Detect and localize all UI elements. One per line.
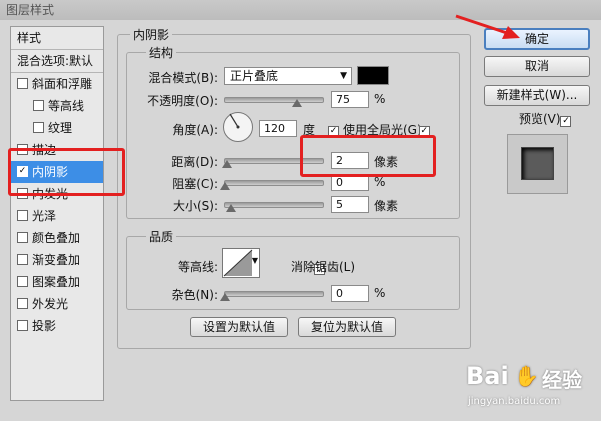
style-checkbox[interactable]	[33, 100, 44, 111]
angle-dial[interactable]	[222, 111, 254, 143]
antialias-label: 消除锯齿(L)	[291, 260, 356, 274]
style-checkbox[interactable]	[17, 232, 28, 243]
contour-dropdown-icon[interactable]: ▼	[252, 256, 258, 265]
chevron-down-icon: ▼	[340, 71, 347, 81]
style-checkbox[interactable]	[33, 122, 44, 133]
opacity-input[interactable]: 75	[331, 91, 369, 108]
noise-slider[interactable]	[224, 291, 324, 297]
noise-label: 杂色(N):	[171, 288, 218, 302]
contour-linear-icon	[223, 249, 253, 277]
choke-slider[interactable]	[224, 180, 324, 186]
style-list-item-label: 颜色叠加	[32, 231, 81, 245]
style-checkbox[interactable]	[17, 320, 28, 331]
style-checkbox[interactable]	[17, 254, 28, 265]
noise-input[interactable]: 0	[331, 285, 369, 302]
style-list-item-label: 光泽	[32, 209, 57, 223]
quality-title: 品质	[146, 228, 177, 245]
style-list-item[interactable]: 光泽	[11, 205, 103, 227]
inner-shadow-highlight-box	[8, 148, 125, 196]
style-list: 样式 混合选项:默认 斜面和浮雕 等高线 纹理 描边 ✓ 内阴影 内发光 光泽 颜色叠加 渐变叠加图…	[10, 26, 104, 401]
watermark-baidu-text: Bai	[466, 362, 509, 390]
preview-thumbnail	[507, 134, 568, 194]
style-list-item[interactable]: 等高线	[11, 95, 103, 117]
style-list-item[interactable]: 渐变叠加	[11, 249, 103, 271]
choke-unit: %	[374, 175, 386, 189]
watermark-url: jingyan.baidu.com	[468, 396, 561, 407]
make-default-button[interactable]: 设置为默认值	[190, 317, 288, 337]
contour-label: 等高线:	[177, 260, 218, 274]
preview-checkbox[interactable]: ✓	[560, 116, 572, 127]
blend-color-swatch[interactable]	[357, 66, 389, 85]
style-list-header: 样式	[11, 27, 103, 50]
style-list-item-label: 外发光	[32, 297, 69, 311]
preview-label: 预览(V)	[519, 112, 561, 126]
style-list-item-label: 混合选项:默认	[17, 54, 94, 68]
choke-label: 阻塞(C):	[172, 177, 218, 191]
size-input[interactable]: 5	[331, 196, 369, 213]
distance-highlight-box	[300, 135, 436, 177]
opacity-unit: %	[374, 92, 386, 106]
choke-slider-handle[interactable]	[220, 182, 230, 190]
style-checkbox[interactable]	[17, 78, 28, 89]
style-list-item[interactable]: 颜色叠加	[11, 227, 103, 249]
style-list-item-label: 斜面和浮雕	[32, 77, 93, 91]
style-list-item-label: 纹理	[48, 121, 73, 135]
style-checkbox[interactable]	[17, 298, 28, 309]
angle-dial-icon	[223, 112, 253, 142]
size-label: 大小(S):	[172, 199, 218, 213]
contour-picker[interactable]: ▼	[222, 248, 260, 278]
inner-shadow-title: 内阴影	[130, 26, 173, 43]
style-checkbox[interactable]	[17, 276, 28, 287]
style-list-item[interactable]: 纹理	[11, 117, 103, 139]
style-list-item[interactable]: 投影	[11, 315, 103, 337]
cancel-button[interactable]: 取消	[484, 56, 590, 77]
style-list-item[interactable]: 混合选项:默认	[11, 50, 103, 73]
reset-default-button[interactable]: 复位为默认值	[298, 317, 396, 337]
baidu-watermark: Bai ✋ 经验 jingyan.baidu.com	[462, 360, 597, 415]
style-list-item-label: 图案叠加	[32, 275, 81, 289]
opacity-slider-handle[interactable]	[292, 99, 302, 107]
blend-mode-select[interactable]: 正片叠底 ▼	[224, 67, 352, 85]
blend-mode-value: 正片叠底	[230, 69, 279, 83]
window-title: 图层样式	[6, 3, 55, 17]
noise-unit: %	[374, 286, 386, 300]
arrow-to-ok-icon	[455, 14, 520, 39]
blend-mode-label: 混合模式(B):	[148, 71, 218, 85]
paw-icon: ✋	[514, 364, 539, 388]
angle-label: 角度(A):	[172, 123, 218, 137]
style-list-item[interactable]: 斜面和浮雕	[11, 73, 103, 95]
style-list-item[interactable]: 外发光	[11, 293, 103, 315]
noise-slider-handle[interactable]	[220, 293, 230, 301]
style-list-item-label: 等高线	[48, 99, 85, 113]
opacity-slider[interactable]	[224, 97, 324, 103]
opacity-label: 不透明度(O):	[147, 94, 218, 108]
angle-input[interactable]: 120	[259, 120, 297, 137]
new-style-button[interactable]: 新建样式(W)...	[484, 85, 590, 106]
size-slider[interactable]	[224, 202, 324, 208]
style-list-item[interactable]: 图案叠加	[11, 271, 103, 293]
style-checkbox[interactable]	[17, 210, 28, 221]
style-list-item-label: 投影	[32, 319, 57, 333]
distance-label: 距离(D):	[171, 155, 218, 169]
watermark-jingyan-text: 经验	[542, 368, 582, 392]
distance-slider-handle[interactable]	[222, 160, 232, 168]
size-slider-handle[interactable]	[226, 204, 236, 212]
structure-title: 结构	[146, 44, 177, 61]
size-unit: 像素	[374, 199, 399, 213]
preview-swatch	[521, 147, 554, 180]
style-list-item-label: 渐变叠加	[32, 253, 81, 267]
